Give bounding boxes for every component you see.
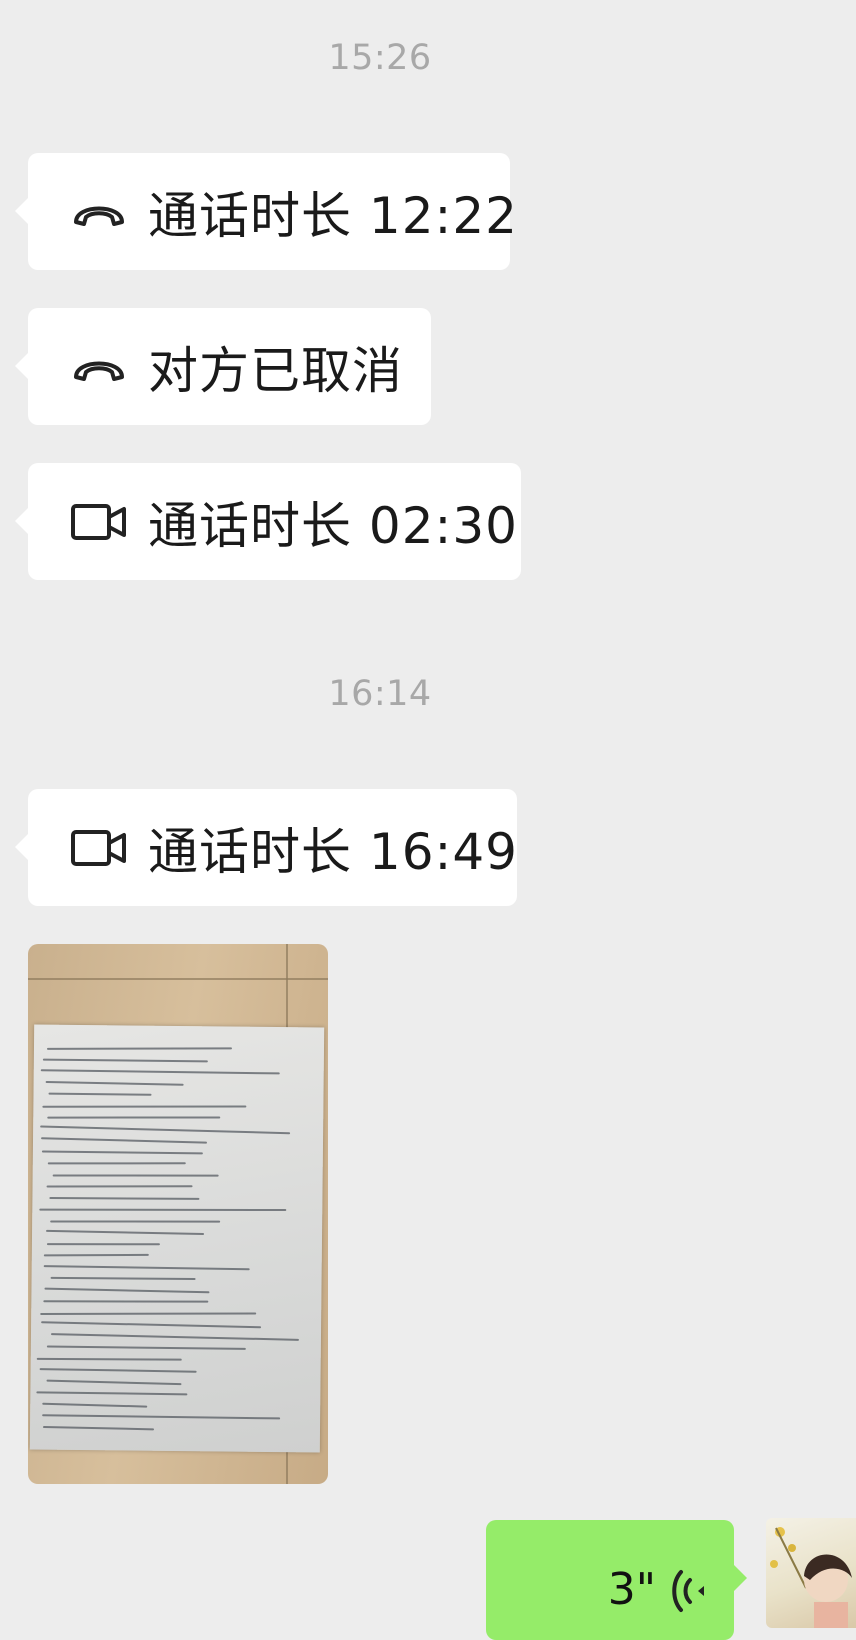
- voice-wave-icon: [672, 1570, 704, 1612]
- call-duration-text: 通话时长 12:22: [148, 186, 518, 245]
- avatar-image: [770, 1527, 852, 1628]
- image-message[interactable]: [28, 944, 328, 1484]
- call-record-bubble[interactable]: 通话时长 12:22: [15, 153, 517, 270]
- floor-tile-line: [28, 978, 328, 980]
- video-icon: [71, 829, 126, 866]
- video-call-record-bubble[interactable]: 通话时长 02:30: [15, 463, 521, 580]
- handwriting-stroke: [42, 1425, 154, 1430]
- phone-icon: [74, 206, 124, 226]
- handwriting-stroke: [44, 1287, 209, 1293]
- handwriting-stroke: [47, 1116, 220, 1119]
- handwriting-stroke: [40, 1321, 262, 1329]
- call-duration-text: 通话时长 02:30: [148, 496, 518, 555]
- handwriting-stroke: [39, 1368, 197, 1373]
- handwriting-stroke: [42, 1414, 281, 1420]
- handwriting-stroke: [43, 1300, 209, 1303]
- handwriting-stroke: [42, 1105, 247, 1108]
- handwriting-stroke: [40, 1137, 207, 1144]
- avatar[interactable]: [766, 1518, 856, 1628]
- handwriting-stroke: [50, 1332, 299, 1341]
- handwriting-stroke: [43, 1264, 250, 1270]
- handwriting-stroke: [47, 1345, 247, 1350]
- handwriting-stroke: [36, 1391, 188, 1396]
- handwriting-stroke: [39, 1208, 287, 1212]
- call-status-text: 对方已取消: [148, 341, 403, 400]
- handwriting-stroke: [46, 1229, 205, 1236]
- handwriting-stroke: [39, 1125, 290, 1134]
- handwriting-stroke: [46, 1379, 183, 1385]
- phone-icon: [74, 361, 124, 381]
- handwriting-stroke: [48, 1162, 186, 1165]
- video-icon: [71, 503, 126, 540]
- handwriting-stroke: [52, 1173, 219, 1177]
- handwriting-stroke: [50, 1219, 221, 1223]
- video-call-record-bubble[interactable]: 通话时长 16:49: [15, 789, 518, 906]
- handwriting-stroke: [50, 1276, 197, 1281]
- handwriting-stroke: [40, 1069, 281, 1075]
- handwriting-stroke: [41, 1149, 203, 1154]
- call-duration-text: 通话时长 16:49: [148, 822, 518, 881]
- handwriting-stroke: [42, 1402, 148, 1408]
- handwriting-stroke: [49, 1196, 200, 1200]
- handwriting-stroke: [40, 1311, 257, 1315]
- timestamp: 16:14: [328, 674, 432, 714]
- voice-duration: 3": [607, 1564, 656, 1615]
- handwritten-note: [29, 1024, 325, 1453]
- handwriting-stroke: [46, 1047, 233, 1050]
- handwriting-stroke: [47, 1242, 161, 1245]
- timestamp: 15:26: [328, 38, 432, 78]
- handwriting-stroke: [44, 1253, 150, 1257]
- handwriting-stroke: [48, 1092, 152, 1096]
- voice-message-bubble[interactable]: 3": [486, 1520, 747, 1640]
- handwriting-stroke: [43, 1058, 209, 1062]
- handwriting-stroke: [37, 1357, 183, 1361]
- handwriting-stroke: [45, 1080, 184, 1086]
- handwriting-stroke: [46, 1185, 193, 1188]
- call-record-bubble[interactable]: 对方已取消: [15, 308, 431, 425]
